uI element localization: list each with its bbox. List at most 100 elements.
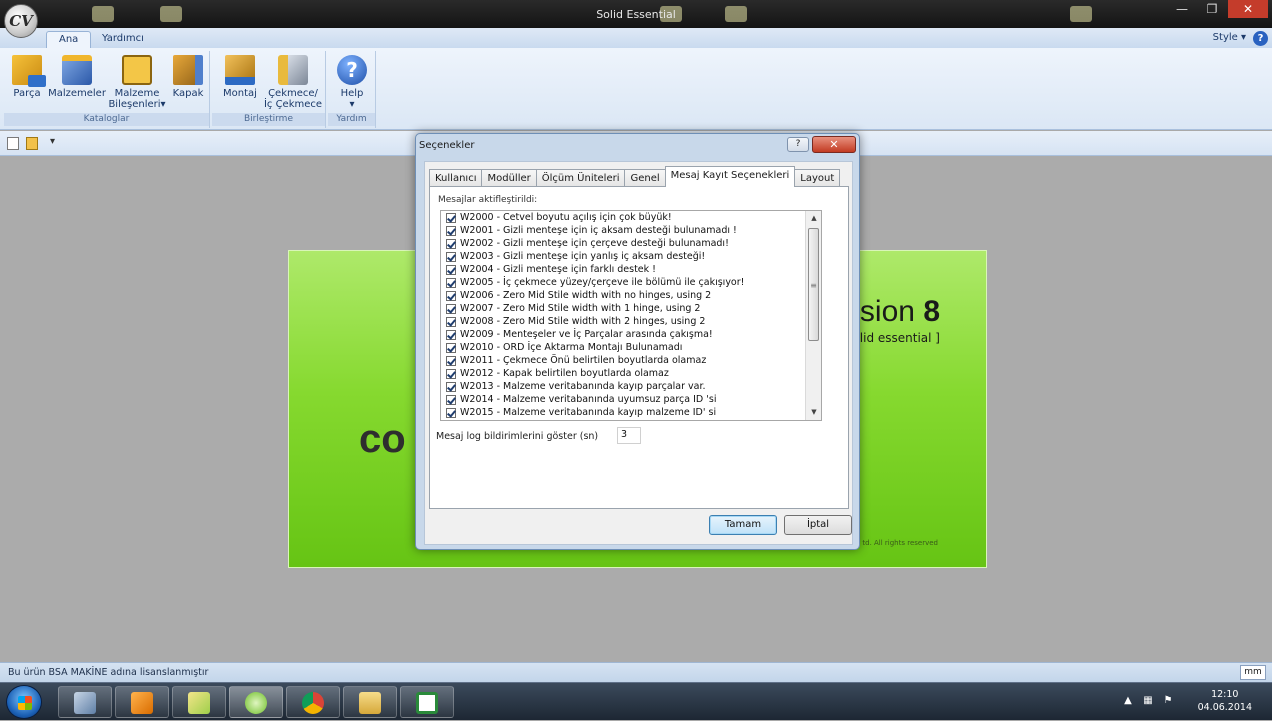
taskbar-app-explorer[interactable] (343, 686, 397, 718)
group-kataloglar: Parça Malzemeler Malzeme Bileşenleri▾ Ka… (4, 51, 210, 128)
checkbox-checked[interactable] (446, 303, 456, 314)
taskbar-app-camtasia[interactable] (400, 686, 454, 718)
checkbox-checked[interactable] (446, 225, 456, 236)
open-folder-icon[interactable] (26, 137, 38, 150)
style-menu[interactable]: Style ▾ (1213, 32, 1246, 43)
cancel-button[interactable]: İptal (784, 515, 852, 535)
tab-mesaj-kayit-secenekleri[interactable]: Mesaj Kayıt Seçenekleri (664, 166, 796, 187)
montaj-icon (225, 55, 255, 85)
cekmece-button[interactable]: Çekmece/ İç Çekmece (262, 55, 324, 110)
message-item[interactable]: W2014 - Malzeme veritabanında uyumsuz pa… (441, 393, 805, 406)
checkbox-checked[interactable] (446, 290, 456, 301)
message-item[interactable]: W2013 - Malzeme veritabanında kayıp parç… (441, 380, 805, 393)
app-logo-button[interactable]: CV (4, 4, 38, 38)
network-icon[interactable]: ▦ (1142, 695, 1154, 707)
message-item[interactable]: W2008 - Zero Mid Stile width with 2 hing… (441, 315, 805, 328)
tab-ana[interactable]: Ana (46, 31, 92, 48)
ok-button[interactable]: Tamam (709, 515, 777, 535)
style-menu-label: Style (1212, 32, 1238, 43)
taskbar-app-chrome[interactable] (286, 686, 340, 718)
scroll-down-icon[interactable]: ▼ (806, 405, 821, 420)
taskbar-app-3[interactable] (172, 686, 226, 718)
scroll-thumb[interactable]: ≡ (808, 228, 819, 341)
message-item-label: W2001 - Gizli menteşe için iç aksam dest… (460, 225, 737, 236)
message-item[interactable]: W2007 - Zero Mid Stile width with 1 hing… (441, 302, 805, 315)
help-button[interactable]: ? Help ▾ (332, 55, 372, 110)
minimize-button[interactable]: — (1168, 0, 1196, 18)
message-item[interactable]: W2006 - Zero Mid Stile width with no hin… (441, 289, 805, 302)
message-item[interactable]: W2002 - Gizli menteşe için çerçeve deste… (441, 237, 805, 250)
tab-moduller[interactable]: Modüller (481, 169, 537, 187)
message-item-label: W2002 - Gizli menteşe için çerçeve deste… (460, 238, 729, 249)
tab-layout[interactable]: Layout (794, 169, 841, 187)
message-item[interactable]: W2001 - Gizli menteşe için iç aksam dest… (441, 224, 805, 237)
taskbar-app-1[interactable] (58, 686, 112, 718)
taskbar-app-solid-essential[interactable] (229, 686, 283, 718)
kapak-button[interactable]: Kapak (168, 55, 208, 99)
checkbox-checked[interactable] (446, 355, 456, 366)
tab-panel-mesaj-kayit: Mesajlar aktifleştirildi: W2000 - Cetvel… (429, 186, 849, 509)
tray-expand-icon[interactable]: ▲ (1122, 695, 1134, 707)
close-window-button[interactable]: ✕ (1228, 0, 1268, 18)
scroll-up-icon[interactable]: ▲ (806, 211, 821, 226)
message-item[interactable]: W2012 - Kapak belirtilen boyutlarda olam… (441, 367, 805, 380)
taskbar-app-outlook[interactable] (115, 686, 169, 718)
log-duration-input[interactable]: 3 (617, 427, 641, 444)
checkbox-checked[interactable] (446, 264, 456, 275)
checkbox-checked[interactable] (446, 277, 456, 288)
malzemeler-label: Malzemeler (48, 88, 106, 99)
message-item[interactable]: W2004 - Gizli menteşe için farklı destek… (441, 263, 805, 276)
tab-genel[interactable]: Genel (624, 169, 666, 187)
tab-kullanici[interactable]: Kullanıcı (429, 169, 483, 187)
outlook-icon (131, 692, 153, 714)
message-item[interactable]: W2003 - Gizli menteşe için yanlış iç aks… (441, 250, 805, 263)
cekmece-icon (278, 55, 308, 85)
unit-selector[interactable]: mm (1240, 665, 1266, 680)
cekmece-label-1: Çekmece/ (268, 88, 318, 99)
splash-product-name: olid essential ] (852, 331, 940, 345)
splash-version: sion 8 (860, 295, 940, 329)
message-item[interactable]: W2015 - Malzeme veritabanında kayıp malz… (441, 406, 805, 419)
customize-toolbar-icon[interactable]: ▾ (50, 136, 55, 147)
dialog-help-button[interactable]: ? (787, 137, 809, 152)
dialog-close-button[interactable]: ✕ (812, 136, 856, 153)
checkbox-checked[interactable] (446, 381, 456, 392)
window-titlebar: Solid Essential — ❐ ✕ (0, 0, 1272, 28)
restore-button[interactable]: ❐ (1198, 0, 1226, 18)
tab-yardimci[interactable]: Yardımcı (90, 31, 156, 48)
checkbox-checked[interactable] (446, 251, 456, 262)
action-center-icon[interactable]: ⚑ (1162, 695, 1174, 707)
clock[interactable]: 12:10 04.06.2014 (1198, 688, 1252, 714)
message-list-scrollbar[interactable]: ▲ ≡ ▼ (805, 211, 821, 420)
parca-button[interactable]: Parça (8, 55, 46, 99)
tab-olcum-uniteleri[interactable]: Ölçüm Üniteleri (535, 169, 626, 187)
checkbox-checked[interactable] (446, 342, 456, 353)
message-item[interactable]: W2009 - Menteşeler ve İç Parçalar arasın… (441, 328, 805, 341)
malzemeler-button[interactable]: Malzemeler (46, 55, 108, 99)
checkbox-checked[interactable] (446, 238, 456, 249)
checkbox-checked[interactable] (446, 368, 456, 379)
checkbox-checked[interactable] (446, 407, 456, 418)
message-item[interactable]: W2010 - ORD İçe Aktarma Montajı Bulunama… (441, 341, 805, 354)
new-document-icon[interactable] (7, 137, 19, 150)
start-button[interactable] (6, 685, 42, 719)
montaj-button[interactable]: Montaj (218, 55, 262, 99)
message-item-label: W2007 - Zero Mid Stile width with 1 hing… (460, 303, 701, 314)
montaj-label: Montaj (223, 88, 257, 99)
splash-version-number: 8 (923, 295, 940, 328)
checkbox-checked[interactable] (446, 316, 456, 327)
ribbon: Parça Malzemeler Malzeme Bileşenleri▾ Ka… (0, 48, 1272, 130)
malzeme-bilesenleri-button[interactable]: Malzeme Bileşenleri▾ (106, 55, 168, 110)
checkbox-checked[interactable] (446, 329, 456, 340)
checkbox-checked[interactable] (446, 212, 456, 223)
malzemeler-icon (62, 55, 92, 85)
help-icon[interactable]: ? (1253, 31, 1268, 46)
group-label-birlestirme: Birleştirme (212, 113, 325, 126)
camtasia-icon (416, 692, 438, 714)
message-item[interactable]: W2000 - Cetvel boyutu açılış için çok bü… (441, 211, 805, 224)
message-item[interactable]: W2011 - Çekmece Önü belirtilen boyutlard… (441, 354, 805, 367)
checkbox-checked[interactable] (446, 394, 456, 405)
message-item[interactable]: W2005 - İç çekmece yüzey/çerçeve ile böl… (441, 276, 805, 289)
splash-logo: co (359, 417, 406, 461)
log-duration-label: Mesaj log bildirimlerini göster (sn) (436, 431, 599, 442)
